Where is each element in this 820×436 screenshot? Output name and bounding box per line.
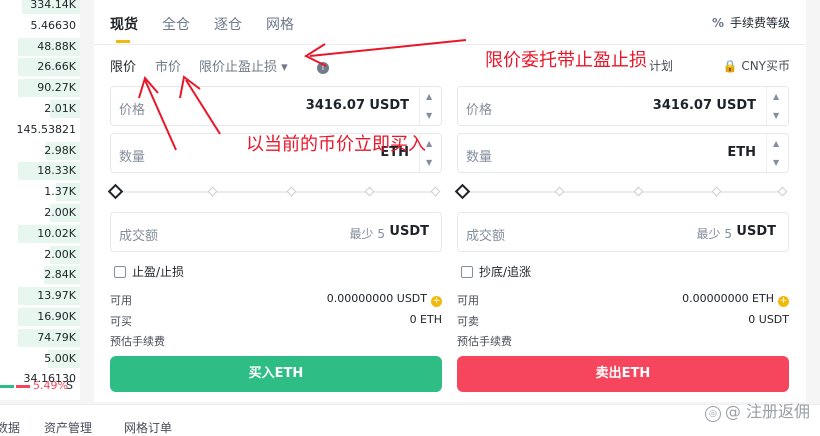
- order-book-row[interactable]: 10.02K: [0, 223, 80, 245]
- tab-spot[interactable]: 现货: [110, 14, 138, 34]
- tp-sl-checkbox[interactable]: 止盈/止损: [114, 263, 184, 280]
- buy-available-value: 0.00000000 USDT +: [326, 292, 442, 307]
- percent-icon: %: [711, 16, 724, 30]
- info-icon[interactable]: i: [317, 62, 329, 74]
- tab-cross[interactable]: 全仓: [162, 14, 190, 34]
- tab-asset-management[interactable]: 资产管理: [44, 419, 92, 436]
- sell-available-value: 0.00000000 ETH +: [682, 292, 789, 307]
- order-book-row[interactable]: 334.14K: [0, 0, 80, 16]
- order-book-value: 2.00K: [44, 247, 76, 261]
- slider-handle[interactable]: [107, 183, 124, 200]
- order-book-row[interactable]: 145.53821: [0, 119, 80, 141]
- price-stepper[interactable]: ▲ ▼: [766, 87, 788, 125]
- order-book-value: 5.00K: [44, 351, 76, 365]
- annotation-market-buy: 以当前的币价立即买入: [246, 134, 426, 155]
- order-book-row[interactable]: 18.33K: [0, 160, 80, 182]
- order-type-market[interactable]: 市价: [155, 56, 181, 75]
- active-tab-indicator: [116, 40, 130, 43]
- buy-percent-slider[interactable]: [107, 183, 442, 200]
- buy-price-field[interactable]: 价格 3416.07 USDT ▲ ▼: [110, 86, 442, 126]
- buy-price-value: 3416.07: [305, 98, 365, 113]
- tab-data[interactable]: 数据: [0, 419, 20, 436]
- plan-link[interactable]: 计划: [649, 57, 673, 74]
- order-book-value: 90.27K: [37, 81, 76, 95]
- cny-buy-link[interactable]: 🔒 CNY买币: [723, 57, 790, 74]
- tab-isolated[interactable]: 逐仓: [214, 14, 242, 34]
- order-book-row[interactable]: 90.27K: [0, 77, 80, 99]
- watermark: ◎ @ 注册返佣: [704, 398, 810, 422]
- order-book-value: 16.90K: [37, 310, 76, 323]
- order-book-value: 2.00K: [44, 206, 76, 219]
- order-book-row[interactable]: 48.88K: [0, 36, 80, 58]
- fee-level-link[interactable]: % 手续费等级: [712, 14, 790, 31]
- order-book-row[interactable]: 2.01K: [0, 98, 80, 120]
- order-book-value: 145.53821: [16, 122, 77, 136]
- watermark-logo-icon: ◎: [704, 406, 721, 422]
- order-book-row[interactable]: 26.66K: [0, 56, 80, 78]
- order-book-value: 2.01K: [44, 102, 76, 115]
- order-book-value: 34.16130: [23, 372, 77, 386]
- order-book-row[interactable]: 5.46630: [0, 15, 80, 37]
- order-type-limit[interactable]: 限价: [110, 56, 136, 75]
- sell-price-value: 3416.07: [652, 98, 712, 113]
- order-book-value: 18.33K: [37, 164, 76, 178]
- sell-amount-field[interactable]: 成交额 最少 5 USDT: [457, 212, 789, 252]
- coin-icon: +: [778, 296, 789, 307]
- annotation-limit-tp-sl: 限价委托带止盈止损: [485, 50, 647, 71]
- bottom-tabs: 数据 资产管理 网格订单: [0, 404, 820, 436]
- order-book-value: 2.84K: [44, 268, 76, 282]
- order-book-value: 1.37K: [44, 185, 76, 199]
- order-book-row[interactable]: 1.37K: [0, 181, 80, 203]
- order-book-row[interactable]: 5.00K: [0, 348, 80, 370]
- order-book-value: 10.02K: [37, 226, 76, 240]
- order-book-value: 13.97K: [37, 289, 76, 303]
- order-book-row[interactable]: 16.90K: [0, 306, 80, 328]
- order-book: 334.14K 5.46630 48.88K 26.66K 90.27K 2.01K 145…: [0, 0, 80, 400]
- order-book-row[interactable]: 2.98K: [0, 140, 80, 162]
- slider-handle[interactable]: [454, 183, 471, 200]
- sell-price-field[interactable]: 价格 3416.07 USDT ▲ ▼: [457, 86, 789, 126]
- order-book-value: 5.46630: [30, 18, 77, 32]
- tab-grid-orders[interactable]: 网格订单: [124, 419, 172, 436]
- order-book-value: 48.88K: [37, 39, 76, 53]
- sell-quantity-field[interactable]: 数量 ETH ▲ ▼: [457, 133, 789, 173]
- buy-eth-button[interactable]: 买入ETH: [110, 356, 442, 392]
- sell-eth-button[interactable]: 卖出ETH: [457, 356, 789, 392]
- sell-percent-slider[interactable]: [454, 183, 789, 200]
- trading-screen: { "order_book": { "values": ["334.14K","…: [0, 0, 820, 436]
- quantity-stepper[interactable]: ▲ ▼: [766, 134, 788, 172]
- sell-max-value: 0 USDT: [748, 313, 789, 326]
- spot-order-panel: 现货 全仓 逐仓 网格 % 手续费等级 限价 市价 限价止盈止损 ▾ i 计划 🔒…: [94, 0, 806, 402]
- buy-dip-checkbox[interactable]: 抄底/追涨: [461, 263, 531, 280]
- order-book-row[interactable]: 74.79K: [0, 327, 80, 349]
- order-book-row[interactable]: 13.97K: [0, 285, 80, 307]
- order-book-value: 26.66K: [37, 60, 76, 74]
- order-book-row[interactable]: 2.00K: [0, 244, 80, 266]
- price-stepper[interactable]: ▲ ▼: [419, 87, 441, 125]
- order-book-row[interactable]: 2.84K: [0, 264, 80, 286]
- divider: [94, 44, 806, 45]
- order-book-row[interactable]: 2.00K: [0, 202, 80, 224]
- order-type-tp-sl[interactable]: 限价止盈止损 ▾: [199, 56, 288, 75]
- order-book-value: 334.14K: [30, 0, 76, 11]
- buy-max-value: 0 ETH: [409, 313, 442, 326]
- order-book-value: 2.98K: [44, 143, 76, 157]
- coin-icon: +: [431, 296, 442, 307]
- lock-icon: 🔒: [722, 59, 738, 73]
- tab-grid[interactable]: 网格: [266, 14, 294, 34]
- order-book-value: 74.79K: [37, 330, 76, 344]
- buy-amount-field[interactable]: 成交额 最少 5 USDT: [110, 212, 442, 252]
